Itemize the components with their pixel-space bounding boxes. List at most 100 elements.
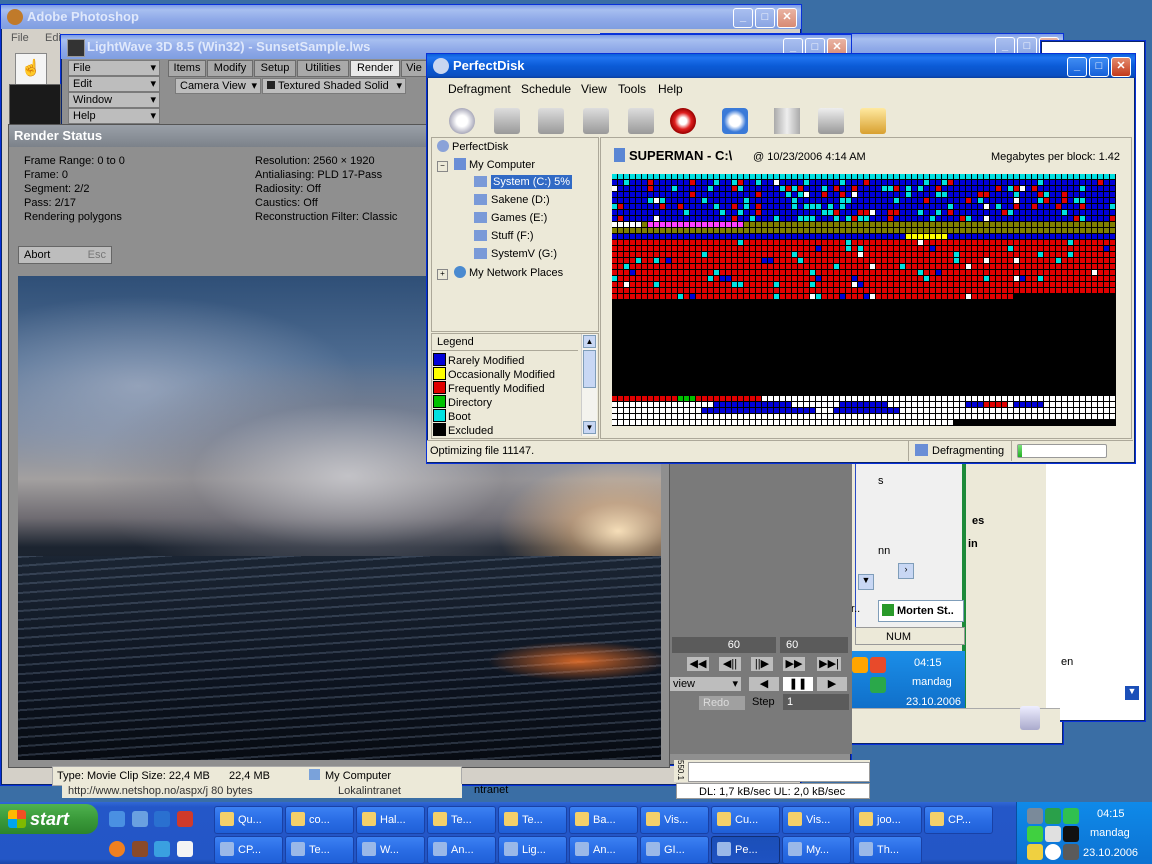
taskbar-button[interactable]: Lig...: [498, 836, 567, 864]
play-icon[interactable]: ▶: [816, 676, 848, 692]
tab-setup[interactable]: Setup: [254, 60, 296, 77]
taskbar-button[interactable]: Te...: [427, 806, 496, 834]
quick-launch-icon[interactable]: [154, 811, 170, 827]
taskbar-button[interactable]: CP...: [924, 806, 993, 834]
tray-icon[interactable]: [1045, 826, 1061, 842]
view-dropdown[interactable]: view ▾: [668, 676, 742, 692]
tree-root[interactable]: PerfectDisk: [437, 140, 508, 153]
clock-date[interactable]: 23.10.2006: [1083, 847, 1138, 859]
analyze-icon[interactable]: [449, 108, 475, 134]
lw-edit-button[interactable]: Edit ▾: [68, 76, 160, 92]
end-icon[interactable]: ▶▶|: [816, 656, 842, 672]
taskbar-button[interactable]: Te...: [498, 806, 567, 834]
morten-tab[interactable]: Morten St..: [878, 600, 964, 622]
taskbar-button[interactable]: Te...: [285, 836, 354, 864]
tray-icon[interactable]: [870, 677, 886, 693]
step-input[interactable]: 1: [783, 694, 849, 710]
taskbar-button[interactable]: Cu...: [711, 806, 780, 834]
taskbar-button[interactable]: An...: [427, 836, 496, 864]
minimize-icon[interactable]: _: [1067, 57, 1087, 77]
photoshop-menu-file[interactable]: File: [11, 32, 29, 44]
tab-items[interactable]: Items: [168, 60, 206, 77]
taskbar-button[interactable]: Qu...: [214, 806, 283, 834]
volume-icon[interactable]: [1063, 844, 1079, 860]
close-icon[interactable]: ✕: [777, 8, 797, 28]
show-desktop-icon[interactable]: [132, 811, 148, 827]
tray-icon[interactable]: [852, 657, 868, 673]
taskbar-button[interactable]: Th...: [853, 836, 922, 864]
taskbar-button[interactable]: co...: [285, 806, 354, 834]
smartplacement-icon[interactable]: [538, 108, 564, 134]
taskbar-button[interactable]: Vis...: [782, 806, 851, 834]
taskbar-button[interactable]: My...: [782, 836, 851, 864]
middle-window-green[interactable]: es in: [962, 460, 1046, 730]
taskbar-button[interactable]: joo...: [853, 806, 922, 834]
print-icon[interactable]: [818, 108, 844, 134]
quick-launch-icon[interactable]: [177, 811, 193, 827]
tray-icon[interactable]: [1027, 826, 1043, 842]
firefox-icon[interactable]: [109, 841, 125, 857]
collapse-icon[interactable]: −: [437, 161, 448, 172]
taskbar-button[interactable]: Vis...: [640, 806, 709, 834]
scroll-down-icon[interactable]: ▼: [1125, 686, 1139, 700]
tree-drive[interactable]: SystemV (G:): [474, 248, 557, 260]
frame-slider-end[interactable]: 60: [780, 637, 848, 653]
offline-defrag-icon[interactable]: [583, 108, 609, 134]
schedule-icon[interactable]: [722, 108, 748, 134]
tray-icon[interactable]: [870, 657, 886, 673]
scroll-down-icon[interactable]: ▼: [583, 421, 596, 434]
tab-modify[interactable]: Modify: [207, 60, 253, 77]
recycle-bin-icon[interactable]: [1020, 706, 1040, 730]
menu-help[interactable]: Help: [658, 82, 683, 96]
stop-icon[interactable]: [670, 108, 696, 134]
tray-icon[interactable]: [1027, 844, 1043, 860]
camera-view-dropdown[interactable]: Camera View ▾: [175, 78, 261, 94]
tree-drive[interactable]: Sakene (D:): [474, 194, 550, 206]
step-forward-icon[interactable]: ||▶: [750, 656, 774, 672]
hand-tool-icon[interactable]: ☝: [15, 53, 47, 85]
tree-my-computer[interactable]: − My Computer: [437, 158, 535, 172]
abort-button[interactable]: Abort Esc: [18, 246, 112, 264]
menu-tools[interactable]: Tools: [618, 82, 646, 96]
free-space-icon[interactable]: [628, 108, 654, 134]
lw-window-button[interactable]: Window ▾: [68, 92, 160, 108]
maximize-icon[interactable]: □: [1089, 57, 1109, 77]
maximize-icon[interactable]: □: [755, 8, 775, 28]
tab-render[interactable]: Render: [350, 60, 400, 77]
tray-icon[interactable]: [1027, 808, 1043, 824]
fast-forward-icon[interactable]: ▶▶: [782, 656, 806, 672]
tree-drive[interactable]: System (C:) 5%: [474, 175, 573, 189]
tray-icon[interactable]: [1045, 808, 1061, 824]
menu-defragment[interactable]: Defragment: [448, 82, 511, 96]
scroll-down-icon[interactable]: ▼: [858, 574, 874, 590]
taskbar-button[interactable]: Hal...: [356, 806, 425, 834]
menu-view[interactable]: View: [581, 82, 607, 96]
taskbar-button[interactable]: GI...: [640, 836, 709, 864]
minimize-icon[interactable]: _: [733, 8, 753, 28]
quick-launch-icon[interactable]: [132, 841, 148, 857]
defragment-icon[interactable]: [494, 108, 520, 134]
rewind-icon[interactable]: ◀◀: [686, 656, 710, 672]
properties-icon[interactable]: [860, 108, 886, 134]
clock-day[interactable]: mandag: [1090, 827, 1130, 839]
taskbar-button[interactable]: W...: [356, 836, 425, 864]
quick-launch-icon[interactable]: [109, 811, 125, 827]
perfectdisk-titlebar[interactable]: PerfectDisk: [427, 54, 1135, 78]
quick-launch-icon[interactable]: [154, 841, 170, 857]
taskbar-button[interactable]: Pe...: [711, 836, 780, 864]
tree-network[interactable]: + My Network Places: [437, 266, 563, 280]
redo-button[interactable]: Redo: [698, 695, 746, 711]
taskbar-button[interactable]: CP...: [214, 836, 283, 864]
tray-icon[interactable]: [1063, 826, 1079, 842]
close-icon[interactable]: ✕: [1111, 57, 1131, 77]
lw-help-button[interactable]: Help ▾: [68, 108, 160, 124]
photoshop-titlebar[interactable]: Adobe Photoshop: [1, 5, 801, 29]
frame-slider-start[interactable]: 60: [672, 637, 776, 653]
photoshop-menu-edit[interactable]: Edi: [45, 32, 61, 44]
clock-time[interactable]: 04:15: [1097, 808, 1125, 820]
tab-utilities[interactable]: Utilities: [297, 60, 349, 77]
shading-dropdown[interactable]: Textured Shaded Solid ▾: [262, 78, 406, 94]
taskbar-button[interactable]: Ba...: [569, 806, 638, 834]
tab-view[interactable]: Vie: [401, 60, 427, 77]
scroll-thumb[interactable]: [583, 350, 596, 388]
